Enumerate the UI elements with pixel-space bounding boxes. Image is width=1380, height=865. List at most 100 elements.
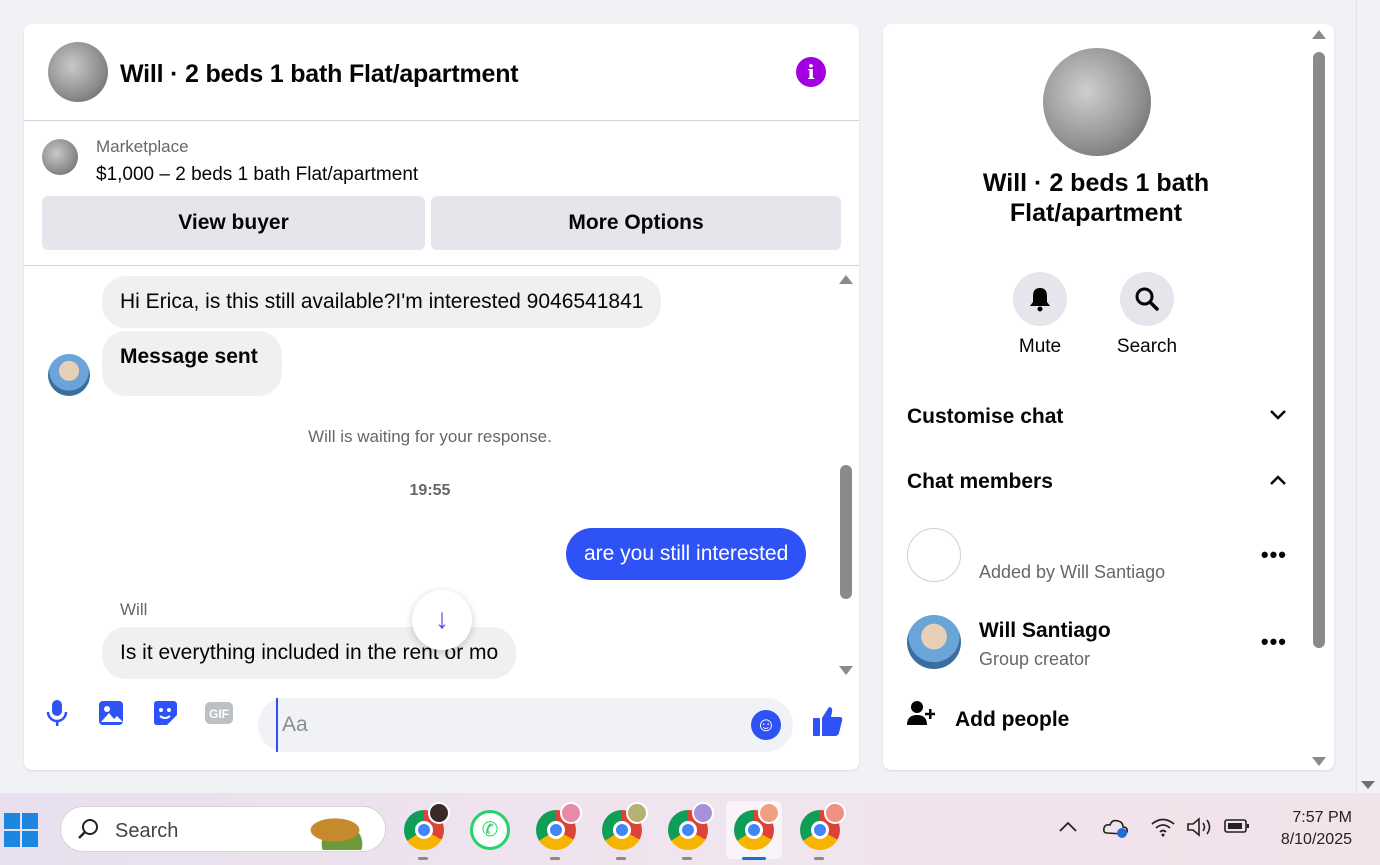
running-indicator	[418, 857, 428, 860]
member-subtitle: Added by Will Santiago	[979, 562, 1166, 582]
panel-scrollbar[interactable]	[1312, 30, 1326, 766]
chat-header: Will · 2 beds 1 bath Flat/apartment i	[24, 24, 859, 121]
section-label: Customise chat	[907, 405, 1064, 428]
message-bubble[interactable]: Hi Erica, is this still available?I'm in…	[102, 276, 662, 328]
clock-date: 8/10/2025	[1280, 831, 1352, 848]
scroll-down-arrow[interactable]	[1312, 757, 1326, 766]
chrome-app-icon[interactable]	[536, 802, 582, 860]
running-indicator	[682, 857, 692, 860]
mute-button[interactable]: Mute	[1000, 272, 1080, 358]
scroll-down-arrow[interactable]	[839, 666, 853, 675]
search-icon	[77, 817, 101, 847]
profile-badge-icon	[626, 802, 648, 824]
svg-text:GIF: GIF	[209, 707, 229, 721]
chat-panel: Will · 2 beds 1 bath Flat/apartment i Ma…	[24, 24, 859, 770]
member-row[interactable]: Will Santiago Group creator •••	[907, 615, 1287, 671]
gif-icon[interactable]: GIF	[202, 698, 236, 732]
whatsapp-app-icon[interactable]: ✆	[470, 810, 510, 850]
page-scrollbar[interactable]	[1356, 0, 1380, 793]
add-people-label: Add people	[955, 708, 1070, 731]
sender-name: Will	[120, 600, 148, 619]
marketplace-listing: Marketplace $1,000 – 2 beds 1 bath Flat/…	[24, 122, 859, 266]
chrome-app-icon-active[interactable]	[734, 802, 780, 860]
message-composer: GIF ☺	[24, 684, 859, 770]
chrome-app-icon[interactable]	[800, 802, 846, 860]
microphone-icon[interactable]	[40, 698, 74, 732]
chat-avatar[interactable]	[48, 42, 108, 102]
chat-title[interactable]: Will · 2 beds 1 bath Flat/apartment	[120, 60, 519, 89]
waiting-status: Will is waiting for your response.	[308, 427, 552, 446]
photo-icon[interactable]	[94, 698, 128, 732]
panel-title: Will · 2 beds 1 bath Flat/apartment	[982, 169, 1210, 227]
profile-badge-icon	[824, 802, 846, 824]
clock-time: 7:57 PM	[1292, 809, 1352, 826]
scroll-up-arrow[interactable]	[1312, 30, 1326, 39]
system-clock[interactable]: 7:57 PM 8/10/2025	[1281, 807, 1352, 851]
windows-start-icon[interactable]	[4, 813, 40, 849]
view-buyer-button[interactable]: View buyer	[42, 196, 425, 250]
chat-members-section[interactable]: Chat members	[907, 470, 1287, 494]
running-indicator	[814, 857, 824, 860]
more-options-icon[interactable]: •••	[1261, 542, 1287, 568]
avatar[interactable]	[907, 528, 961, 582]
thumbs-up-icon[interactable]	[808, 704, 848, 744]
scroll-up-arrow[interactable]	[839, 275, 853, 284]
member-name: Will Santiago	[979, 619, 1111, 642]
listing-label: Marketplace	[96, 137, 189, 156]
scrollbar-thumb[interactable]	[840, 465, 852, 599]
show-hidden-icons-chevron-icon[interactable]	[1058, 817, 1078, 840]
message-list: Hi Erica, is this still available?I'm in…	[24, 267, 859, 679]
sender-avatar[interactable]	[48, 354, 90, 396]
profile-badge-icon	[692, 802, 714, 824]
battery-icon[interactable]	[1224, 817, 1250, 841]
chat-avatar-large[interactable]	[1043, 48, 1151, 156]
search-label: Search	[1116, 336, 1178, 357]
profile-badge-icon	[560, 802, 582, 824]
taskbar-search[interactable]: Search	[60, 806, 386, 852]
add-person-icon	[907, 700, 939, 732]
scroll-down-arrow[interactable]	[1361, 781, 1375, 789]
search-icon	[1120, 272, 1174, 326]
more-options-icon[interactable]: •••	[1261, 629, 1287, 655]
chrome-app-icon[interactable]	[602, 802, 648, 860]
bell-icon	[1013, 272, 1067, 326]
active-indicator	[742, 857, 766, 860]
avatar[interactable]	[907, 615, 961, 669]
onedrive-icon[interactable]	[1102, 817, 1130, 845]
search-label: Search	[115, 820, 179, 842]
emoji-icon[interactable]: ☺	[751, 710, 781, 740]
chevron-up-icon	[1269, 470, 1287, 491]
message-timestamp: 19:55	[409, 482, 451, 499]
messages-scrollbar[interactable]	[839, 275, 853, 675]
listing-thumbnail	[42, 139, 78, 175]
message-bubble[interactable]: Message sent	[102, 331, 282, 396]
listing-title[interactable]: $1,000 – 2 beds 1 bath Flat/apartment	[96, 164, 418, 186]
scrollbar-thumb[interactable]	[1313, 52, 1325, 648]
profile-badge-icon	[758, 802, 780, 824]
running-indicator	[550, 857, 560, 860]
info-icon[interactable]: i	[796, 57, 826, 87]
member-row[interactable]: Added by Will Santiago •••	[907, 528, 1287, 584]
wifi-icon[interactable]	[1150, 817, 1176, 843]
more-options-button[interactable]: More Options	[431, 196, 841, 250]
taskbar: Search ✆ 7:57 PM 8/10/2025	[0, 793, 1380, 865]
chat-info-panel: Will · 2 beds 1 bath Flat/apartment Mute…	[883, 24, 1334, 770]
running-indicator	[616, 857, 626, 860]
message-input-box[interactable]: ☺	[258, 698, 793, 752]
message-input[interactable]	[276, 698, 736, 752]
customise-chat-section[interactable]: Customise chat	[907, 405, 1287, 429]
chevron-down-icon	[1269, 405, 1287, 426]
chrome-app-icon[interactable]	[668, 802, 714, 860]
chrome-app-icon[interactable]	[404, 802, 450, 860]
sticker-icon[interactable]	[148, 698, 182, 732]
lion-image	[307, 810, 377, 850]
outgoing-message-bubble[interactable]: are you still interested	[566, 528, 807, 580]
volume-icon[interactable]	[1186, 817, 1214, 843]
mute-label: Mute	[1018, 336, 1062, 357]
search-button[interactable]: Search	[1107, 272, 1187, 358]
profile-badge-icon	[428, 802, 450, 824]
section-label: Chat members	[907, 470, 1053, 493]
scroll-to-bottom-button[interactable]: ↓	[412, 590, 472, 650]
add-people-button[interactable]: Add people	[907, 700, 1069, 732]
member-subtitle: Group creator	[979, 649, 1091, 669]
